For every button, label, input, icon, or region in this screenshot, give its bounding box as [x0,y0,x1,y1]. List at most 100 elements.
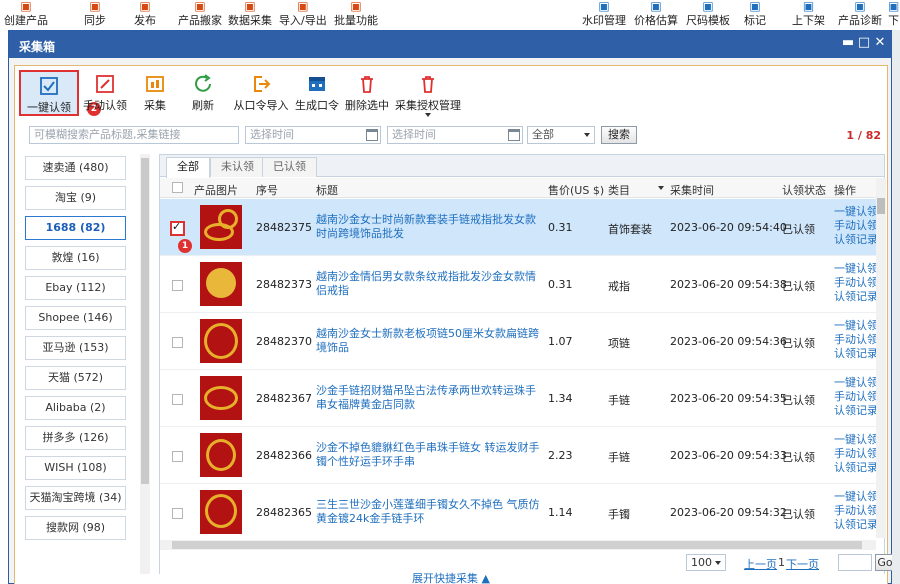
table-row[interactable]: 28482366 沙金不掉色貔貅红色手串珠手链女 转运发财手镯个性好运手环手串 2.… [160,427,876,484]
row-checkbox[interactable] [172,394,183,405]
row-claim-record-link[interactable]: 认领记录 [834,404,876,418]
row-claim-one-link[interactable]: 一键认领 [834,262,876,276]
status-select[interactable]: 全部 [527,126,595,144]
import-from-code-button[interactable]: 从口令导入 [233,70,289,116]
table-row[interactable]: 28482373 越南沙金情侣男女款条纹戒指批发沙金女款情侣戒指 0.31 戒指 202… [160,256,876,313]
row-claim-manual-link[interactable]: 手动认领 [834,504,876,518]
row-claim-record-link[interactable]: 认领记录 [834,518,876,532]
row-claim-one-link[interactable]: 一键认领 [834,376,876,390]
row-checkbox[interactable] [172,451,183,462]
row-claim-record-link[interactable]: 认领记录 [834,461,876,475]
table-vertical-scrollbar[interactable] [876,178,886,538]
close-icon[interactable]: ✕ [873,35,887,51]
row-claim-manual-link[interactable]: 手动认领 [834,219,876,233]
platform-list-scrollbar[interactable] [140,154,150,574]
one-click-claim-button[interactable]: 一键认领 [19,70,79,116]
platform-item[interactable]: 速卖通 (480) [25,156,126,180]
row-claim-record-link[interactable]: 认领记录 [834,290,876,304]
platform-item[interactable]: 搜款网 (98) [25,516,126,540]
collect-icon [146,76,164,92]
start-time-input[interactable]: 选择时间 [245,126,381,144]
table-row[interactable]: 28482365 三生三世沙金小莲蓬细手镯女久不掉色 气质仿黄金镀24k金手链手环… [160,484,876,539]
row-claim-one-link[interactable]: 一键认领 [834,319,876,333]
row-claim-record-link[interactable]: 认领记录 [834,347,876,361]
row-checkbox[interactable] [172,337,183,348]
row-checkbox[interactable] [170,220,185,236]
app-tool-more[interactable]: ▣ 下 [888,0,899,30]
row-claim-one-link[interactable]: 一键认领 [834,205,876,219]
collect-button[interactable]: 采集 [137,70,173,116]
platform-item[interactable]: 天猫淘宝跨境 (34) [25,486,126,510]
table-row[interactable]: 28482370 越南沙金女士新款老板项链50厘米女款扁链跨境饰品 1.07 项链 20… [160,313,876,370]
app-tool-price[interactable]: ▣ 价格估算 [634,0,678,30]
minimize-icon[interactable]: ▬ [841,35,855,51]
app-tool-batch[interactable]: ▣ 批量功能 [334,0,378,30]
page-jump-input[interactable] [838,554,872,571]
tab-unclaimed[interactable]: 未认领 [210,157,265,177]
row-title-link[interactable]: 三生三世沙金小莲蓬细手镯女久不掉色 气质仿黄金镀24k金手链手环 [316,498,546,526]
end-time-input[interactable]: 选择时间 [387,126,523,144]
table-horizontal-scrollbar[interactable] [160,540,876,550]
platform-item[interactable]: 亚马逊 (153) [25,336,126,360]
tab-claimed[interactable]: 已认领 [262,157,317,177]
row-claim-one-link[interactable]: 一键认领 [834,490,876,504]
generate-code-button[interactable]: 生成口令 [295,70,339,116]
search-button[interactable]: 搜索 [601,126,637,144]
app-tool-import-export[interactable]: ▣ 导入/导出 [279,0,327,30]
table-row[interactable]: 28482375 越南沙金女士时尚新款套装手链戒指批发女款时尚跨境饰品批发0.31… [160,199,876,256]
platform-item[interactable]: 拼多多 (126) [25,426,126,450]
platform-item[interactable]: Ebay (112) [25,276,126,300]
delete-selected-button[interactable]: 删除选中 [345,70,389,116]
expand-quick-collect-link[interactable]: 展开快捷采集 ▲ [15,570,887,584]
app-tool-publish[interactable]: ▣ 发布 [134,0,156,30]
app-tool-collect[interactable]: ▣ 数据采集 [228,0,272,30]
row-claim-manual-link[interactable]: 手动认领 [834,276,876,290]
product-thumbnail[interactable] [200,376,242,420]
product-thumbnail[interactable] [200,205,242,249]
platform-item[interactable]: Alibaba (2) [25,396,126,420]
app-tool-size[interactable]: ▣ 尺码模板 [686,0,730,30]
sort-down-icon[interactable] [658,186,664,190]
row-claim-manual-link[interactable]: 手动认领 [834,333,876,347]
scrollbar-thumb[interactable] [172,541,862,549]
product-thumbnail[interactable] [200,319,242,363]
row-title-link[interactable]: 越南沙金女士新款老板项链50厘米女款扁链跨境饰品 [316,327,546,355]
keyword-search-input[interactable]: 可模糊搜索产品标题,采集链接 [29,126,239,144]
product-thumbnail[interactable] [200,490,242,534]
tab-all[interactable]: 全部 [166,157,210,178]
app-tool-sync[interactable]: ▣ 同步 [84,0,106,30]
row-title-link[interactable]: 沙金不掉色貔貅红色手串珠手链女 转运发财手镯个性好运手环手串 [316,441,546,469]
row-title-link[interactable]: 越南沙金情侣男女款条纹戒指批发沙金女款情侣戒指 [316,270,546,298]
row-title-link[interactable]: 越南沙金女士时尚新款套装手链戒指批发女款时尚跨境饰品批发 [316,213,546,241]
row-checkbox[interactable] [172,280,183,291]
app-tool-diagnose[interactable]: ▣ 产品诊断 [838,0,882,30]
select-all-checkbox[interactable] [172,182,183,193]
platform-item[interactable]: Shopee (146) [25,306,126,330]
product-thumbnail[interactable] [200,262,242,306]
row-claim-manual-link[interactable]: 手动认领 [834,390,876,404]
app-tool-mark[interactable]: ▣ 标记 [744,0,766,30]
row-checkbox[interactable] [172,508,183,519]
collect-auth-button[interactable]: 采集授权管理 [395,70,461,117]
row-claim-one-link[interactable]: 一键认领 [834,433,876,447]
platform-item[interactable]: 敦煌 (16) [25,246,126,270]
row-claim-record-link[interactable]: 认领记录 [834,233,876,247]
scrollbar-thumb[interactable] [877,198,885,214]
platform-item[interactable]: 天猫 (572) [25,366,126,390]
page-size-select[interactable]: 100 [686,554,726,571]
manual-claim-button[interactable]: 手动认领 [83,70,127,116]
app-tool-grid[interactable]: ▣ 创建产品 [4,0,48,30]
row-title-link[interactable]: 沙金手链招财猫吊坠古法传承两世欢转运珠手串女福牌黄金店同款 [316,384,546,412]
app-tool-shelf[interactable]: ▣ 上下架 [792,0,825,30]
maximize-icon[interactable]: □ [857,35,871,51]
app-tool-move[interactable]: ▣ 产品搬家 [178,0,222,30]
table-row[interactable]: 28482367 沙金手链招财猫吊坠古法传承两世欢转运珠手串女福牌黄金店同款 1.3… [160,370,876,427]
row-claim-manual-link[interactable]: 手动认领 [834,447,876,461]
platform-item[interactable]: 1688 (82) [25,216,126,240]
product-thumbnail[interactable] [200,433,242,477]
refresh-button[interactable]: 刷新 [185,70,221,116]
app-tool-watermark[interactable]: ▣ 水印管理 [582,0,626,30]
platform-item[interactable]: WISH (108) [25,456,126,480]
platform-item[interactable]: 淘宝 (9) [25,186,126,210]
scrollbar-thumb[interactable] [141,158,149,484]
